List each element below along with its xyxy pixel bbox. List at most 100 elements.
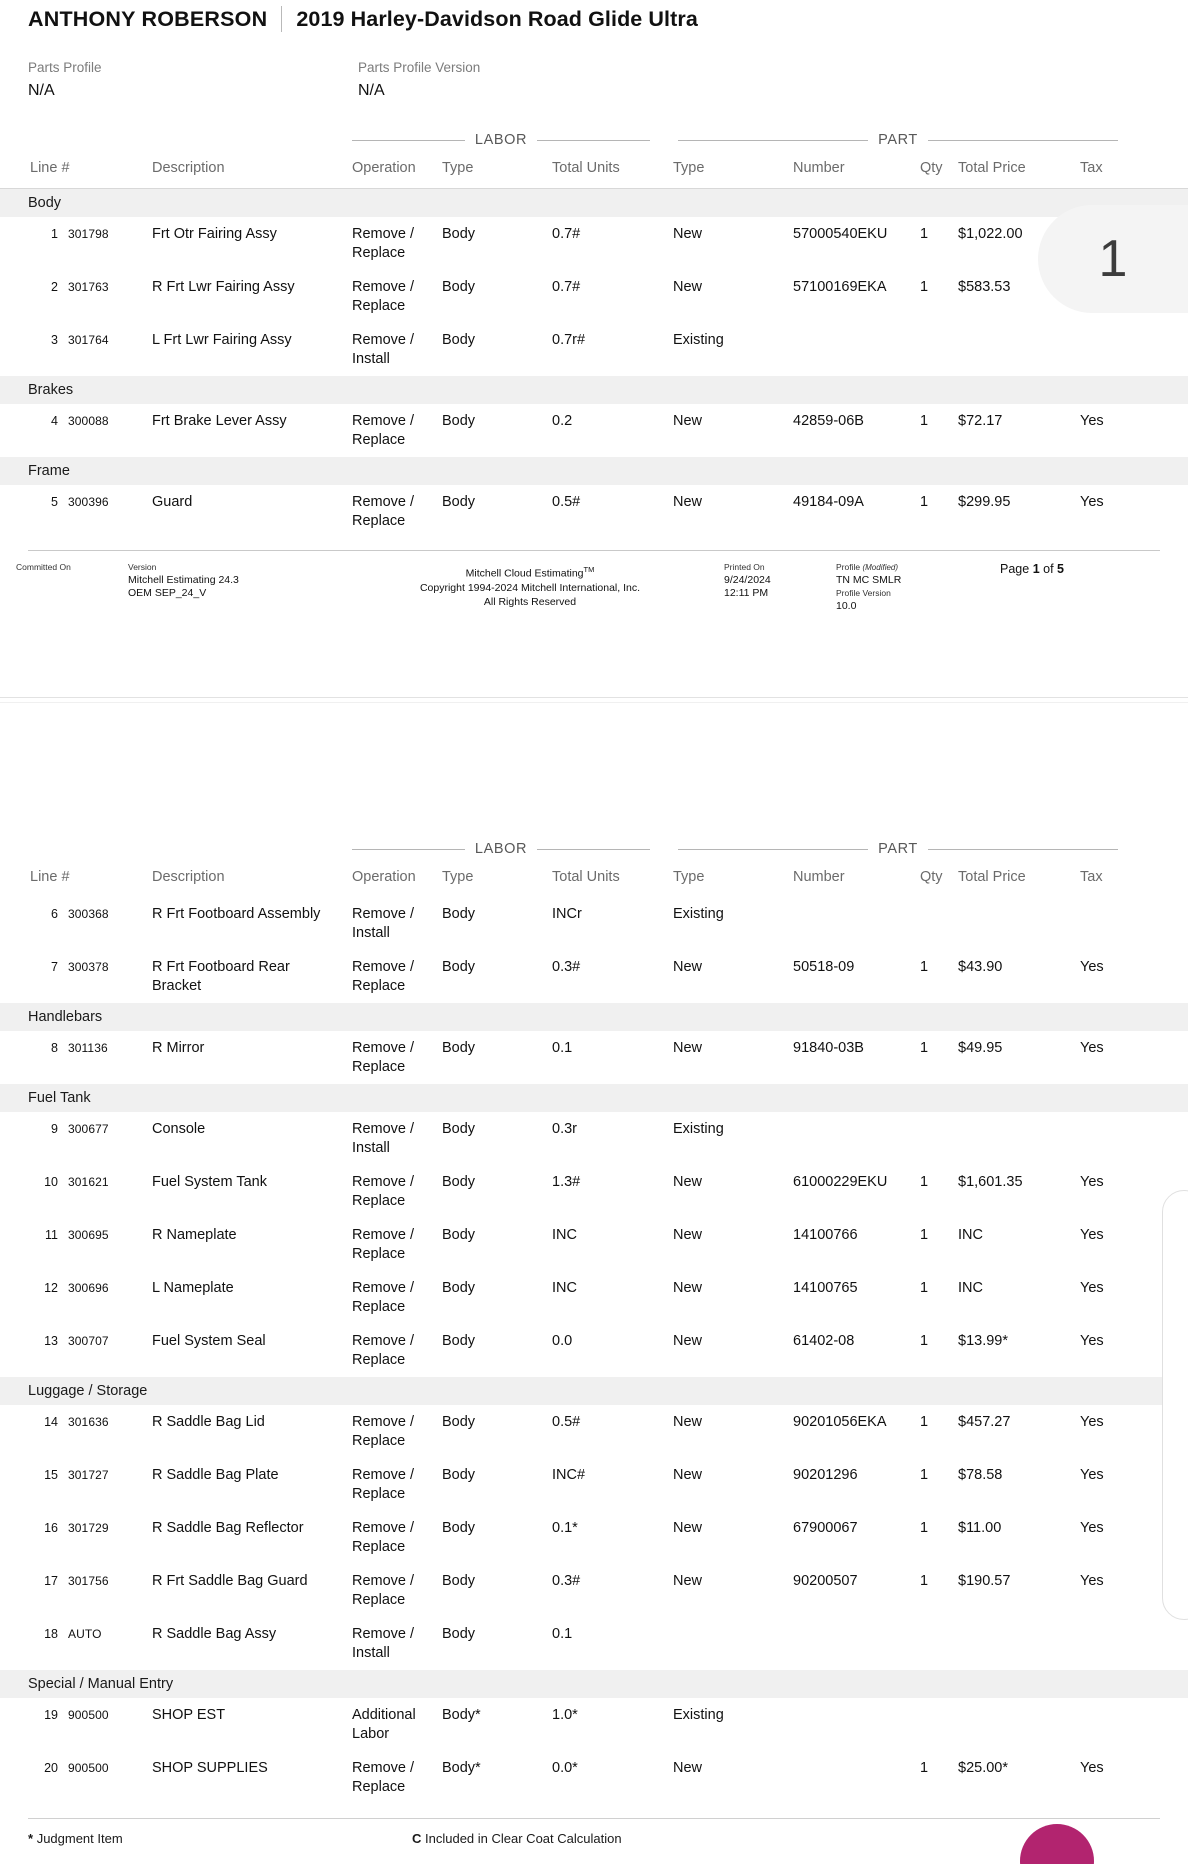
cell-labor-type: Body (442, 1333, 476, 1349)
line-part-id: 301729 (68, 1521, 109, 1535)
line-part-id: 300368 (68, 907, 109, 921)
parts-profile-version-label: Parts Profile Version (358, 60, 481, 75)
cell-labor-type: Body (442, 1414, 476, 1430)
table-row[interactable]: 10 301621 Fuel System Tank Remove / Replace… (0, 1165, 1188, 1218)
cell-total-units: 0.3# (552, 1573, 581, 1589)
cell-tax: Yes (1080, 413, 1104, 429)
line-part-id: 301798 (68, 227, 109, 241)
cell-total-units: 0.7r# (552, 332, 586, 348)
band-rule-left (678, 139, 869, 141)
footer-copyright-line3: All Rights Reserved (483, 595, 577, 608)
line-part-id: 300677 (68, 1122, 109, 1136)
table-row[interactable]: 18 AUTO R Saddle Bag Assy Remove / Install B… (0, 1617, 1188, 1670)
table-row[interactable]: 6 300368 R Frt Footboard Assembly Remove / … (0, 897, 1188, 950)
cell-line-number: 6 300368 (0, 897, 152, 950)
cell-tax (1080, 270, 1188, 323)
col-part-type: Type (673, 869, 705, 885)
table-row[interactable]: 7 300378 R Frt Footboard Rear Bracket Remov… (0, 950, 1188, 1003)
cell-tax: Yes (1080, 1040, 1104, 1056)
labor-band: LABOR (352, 835, 651, 863)
part-band-label: PART (878, 132, 918, 148)
footer-version-label: Version (128, 562, 157, 572)
cell-total-price: $13.99* (958, 1333, 1008, 1349)
cell-labor-type: Body (442, 1626, 476, 1642)
group-header-row: Handlebars (0, 1003, 1188, 1031)
line-part-id: 301621 (68, 1175, 109, 1189)
cell-labor-type: Body (442, 1227, 476, 1243)
cell-tax: Yes (1080, 494, 1104, 510)
table-row[interactable]: 1 301798 Frt Otr Fairing Assy Remove / Repl… (0, 217, 1188, 270)
table-row[interactable]: 17 301756 R Frt Saddle Bag Guard Remove / R… (0, 1564, 1188, 1617)
line-number: 12 (44, 1281, 58, 1295)
table-row[interactable]: 16 301729 R Saddle Bag Reflector Remove / R… (0, 1511, 1188, 1564)
cell-total-units: 0.2 (552, 413, 573, 429)
cell-qty: 1 (920, 279, 929, 295)
floating-action-button[interactable] (1020, 1824, 1094, 1864)
cell-number: 57000540EKU (793, 226, 888, 242)
line-part-id: 300088 (68, 414, 109, 428)
legend-judgment-mark: * (28, 1831, 34, 1846)
cell-total-price: $43.90 (958, 959, 1003, 975)
cell-part-type: New (673, 959, 703, 975)
col-operation: Operation (352, 160, 416, 176)
cell-description: Fuel System Tank (152, 1174, 267, 1190)
footer-printed-on-date: 9/24/2024 (724, 574, 771, 586)
table-row[interactable]: 2 301763 R Frt Lwr Fairing Assy Remove / Re… (0, 270, 1188, 323)
part-band: PART (678, 126, 1119, 154)
table-row[interactable]: 3 301764 L Frt Lwr Fairing Assy Remove / In… (0, 323, 1188, 376)
band-rule-left (352, 139, 465, 141)
table-row[interactable]: 9 300677 Console Remove / Install Body 0.3r Ex… (0, 1112, 1188, 1165)
table-row[interactable]: 12 300696 L Nameplate Remove / Replace Body I… (0, 1271, 1188, 1324)
group-header-label: Luggage / Storage (0, 1377, 1188, 1405)
cell-operation: Remove / Replace (352, 959, 415, 994)
cell-part-type: New (673, 1333, 703, 1349)
cell-total-price: INC (958, 1280, 983, 1296)
footer-profile-modified: (Modified) (862, 563, 899, 572)
band-rule-right (927, 139, 1119, 141)
line-number: 17 (44, 1574, 58, 1588)
table-row[interactable]: 5 300396 Guard Remove / Replace Body 0.5# New 4… (0, 485, 1188, 538)
cell-number: 90201296 (793, 1467, 858, 1483)
cell-labor-type: Body (442, 1573, 476, 1589)
footer-profile: Profile (Modified) TN MC SMLR Profile Ve… (836, 561, 901, 613)
col-description: Description (152, 869, 225, 885)
cell-line-number: 20 900500 (0, 1751, 152, 1804)
cell-operation: Remove / Install (352, 1626, 415, 1661)
cell-part-type: New (673, 226, 703, 242)
cell-number: 61000229EKU (793, 1174, 888, 1190)
legend-judgment-item: * Judgment Item (28, 1831, 123, 1846)
footer-profile-value: TN MC SMLR (836, 574, 902, 586)
table-row[interactable]: 15 301727 R Saddle Bag Plate Remove / Repla… (0, 1458, 1188, 1511)
cell-tax (1080, 1698, 1188, 1751)
table-row[interactable]: 20 900500 SHOP SUPPLIES Remove / Replace Bod… (0, 1751, 1188, 1804)
table-row[interactable]: 11 300695 R Nameplate Remove / Replace Body I… (0, 1218, 1188, 1271)
cell-total-units: 0.7# (552, 279, 581, 295)
estimate-table-page2: Line # Description Operation Type Total … (0, 863, 1188, 1804)
cell-part-type: New (673, 1174, 703, 1190)
footer-printed-on: Printed On 9/24/2024 12:11 PM (724, 561, 771, 600)
cell-tax (1080, 1112, 1188, 1165)
legend-clearcoat-text: Included in Clear Coat Calculation (425, 1831, 622, 1846)
cell-part-type: Existing (673, 1707, 724, 1723)
cell-labor-type: Body (442, 226, 476, 242)
table-row[interactable]: 19 900500 SHOP EST Additional Labor Body* 1.0… (0, 1698, 1188, 1751)
labor-band: LABOR (352, 126, 651, 154)
table-row[interactable]: 4 300088 Frt Brake Lever Assy Remove / Repl… (0, 404, 1188, 457)
cell-qty: 1 (920, 1520, 929, 1536)
cell-qty: 1 (920, 1227, 929, 1243)
table-body-page1: Body 1 301798 Frt Otr Fairing Assy Remove / … (0, 189, 1188, 538)
line-number: 4 (51, 414, 58, 428)
cell-line-number: 18 AUTO (0, 1617, 152, 1670)
cell-total-units: 1.0* (552, 1707, 578, 1723)
line-part-id: 301764 (68, 333, 109, 347)
line-number: 5 (51, 495, 58, 509)
group-header-row: Luggage / Storage (0, 1377, 1188, 1405)
line-number: 2 (51, 280, 58, 294)
table-row[interactable]: 8 301136 R Mirror Remove / Replace Body 0.1 Ne… (0, 1031, 1188, 1084)
line-number: 20 (44, 1761, 58, 1775)
table-row[interactable]: 13 300707 Fuel System Seal Remove / Replace… (0, 1324, 1188, 1377)
cell-total-price (958, 323, 1080, 376)
table-body-page2: 6 300368 R Frt Footboard Assembly Remove / … (0, 897, 1188, 1804)
table-row[interactable]: 14 301636 R Saddle Bag Lid Remove / Replace… (0, 1405, 1188, 1458)
line-part-id: 300396 (68, 495, 109, 509)
